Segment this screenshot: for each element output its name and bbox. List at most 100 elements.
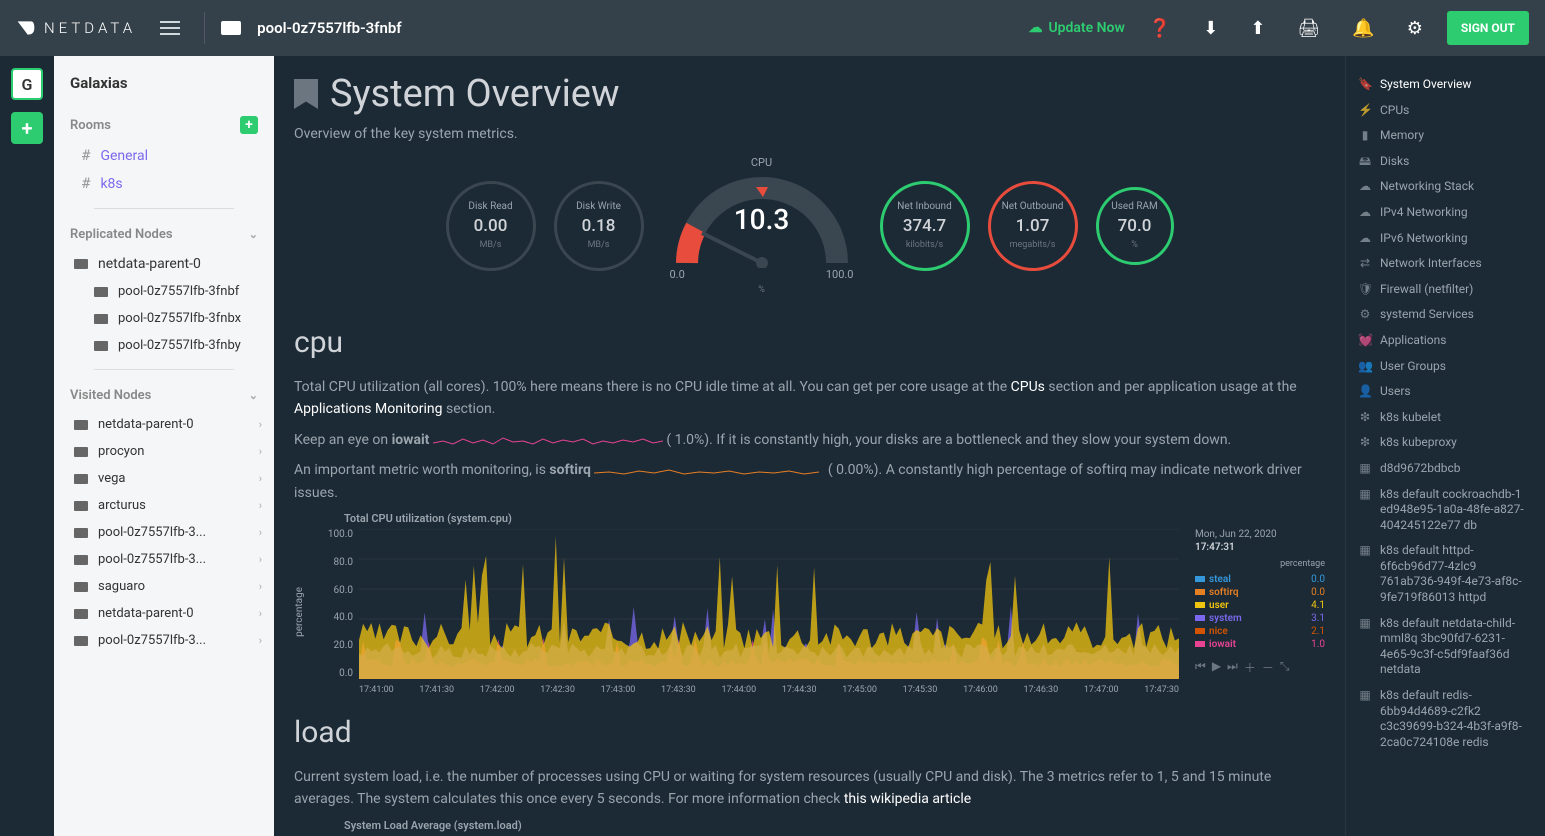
menu-toggle-icon[interactable] (152, 9, 188, 47)
visited-node[interactable]: vega› (54, 465, 274, 492)
wikipedia-link[interactable]: this wikipedia article (844, 791, 971, 807)
download-icon[interactable]: ⬇ (1195, 10, 1226, 47)
chevron-right-icon: › (259, 418, 262, 431)
gear-icon[interactable]: ⚙ (1399, 10, 1431, 47)
legend-swatch (1195, 602, 1205, 608)
nav-item[interactable]: ⚙systemd Services (1354, 302, 1537, 328)
visited-node[interactable]: arcturus› (54, 492, 274, 519)
gauge-net-in[interactable]: Net Inbound 374.7 kilobits/s (880, 181, 970, 271)
nav-item[interactable]: ⇄Network Interfaces (1354, 251, 1537, 277)
node-label: pool-0z7557lfb-3... (98, 552, 206, 567)
visited-node[interactable]: saguaro› (54, 573, 274, 600)
gauge-disk-write[interactable]: Disk Write 0.18 MB/s (554, 181, 644, 271)
parent-node[interactable]: netdata-parent-0 (54, 250, 274, 278)
update-now-button[interactable]: ☁ Update Now (1028, 20, 1124, 36)
server-icon (74, 636, 88, 646)
cpu-chart[interactable]: percentage 100.080.060.040.020.00.0 17:4… (294, 529, 1325, 695)
gauge-cpu[interactable]: CPU 10.3 0.0 100.0 % (662, 156, 862, 295)
nav-item[interactable]: 👤Users (1354, 379, 1537, 405)
visited-node[interactable]: pool-0z7557lfb-3... › (54, 546, 274, 573)
top-bar: NETDATA pool-0z7557lfb-3fnbf ☁ Update No… (0, 0, 1545, 56)
node-label: netdata-parent-0 (98, 606, 194, 621)
nav-item[interactable]: 🔖System Overview (1354, 72, 1537, 98)
sidebar-room[interactable]: #General (54, 142, 274, 170)
gauge-label: Disk Write (576, 201, 621, 212)
visited-node[interactable]: procyon› (54, 438, 274, 465)
y-axis-label: percentage (294, 587, 305, 637)
visited-node[interactable]: netdata-parent-0› (54, 600, 274, 627)
node-label: saguaro (98, 579, 145, 594)
nav-item[interactable]: ▦k8s default netdata-child-mml8q 3bc90fd… (1354, 611, 1537, 683)
nav-item[interactable]: 🛡Firewall (netfilter) (1354, 277, 1537, 303)
nav-item[interactable]: ☁IPv6 Networking (1354, 226, 1537, 252)
nav-item[interactable]: ▦d8d9672bdbcb (1354, 456, 1537, 482)
chart-next-icon[interactable]: ⏭ (1227, 659, 1238, 676)
load-desc: Current system load, i.e. the number of … (294, 766, 1325, 811)
nav-icon: 👤 (1358, 384, 1372, 400)
visited-node[interactable]: pool-0z7557lfb-3...› (54, 627, 274, 654)
legend-item[interactable]: softirq0.0 (1195, 586, 1325, 599)
gauge-value: 70.0 (1118, 216, 1152, 236)
legend-item[interactable]: system3.1 (1195, 612, 1325, 625)
legend-item[interactable]: iowait1.0 (1195, 638, 1325, 651)
add-space-button[interactable]: + (11, 112, 43, 144)
gauge-disk-read[interactable]: Disk Read 0.00 MB/s (446, 181, 536, 271)
legend-item[interactable]: steal0.0 (1195, 573, 1325, 586)
iowait-sparkline (433, 433, 663, 447)
visited-node[interactable]: netdata-parent-0› (54, 411, 274, 438)
chart-canvas[interactable] (359, 529, 1179, 679)
apps-link[interactable]: Applications Monitoring (294, 401, 443, 417)
legend-swatch (1195, 641, 1205, 647)
print-icon[interactable]: 🖨 (1289, 10, 1328, 47)
gauge-net-out[interactable]: Net Outbound 1.07 megabits/s (988, 181, 1078, 271)
nav-item[interactable]: ☁Networking Stack (1354, 174, 1537, 200)
bookmark-icon[interactable] (294, 79, 318, 109)
add-room-button[interactable]: + (240, 116, 258, 134)
chart-prev-icon[interactable]: ⏮ (1195, 659, 1206, 676)
legend-item[interactable]: user4.1 (1195, 599, 1325, 612)
nav-icon: 🔖 (1358, 77, 1372, 93)
nav-item[interactable]: 👥User Groups (1354, 354, 1537, 380)
child-node[interactable]: pool-0z7557lfb-3fnbf (54, 278, 274, 305)
child-node[interactable]: pool-0z7557lfb-3fnby (54, 332, 274, 359)
nav-item[interactable]: 🖴Disks (1354, 149, 1537, 175)
bell-icon[interactable]: 🔔 (1344, 10, 1382, 47)
space-button[interactable]: G (11, 68, 43, 100)
help-icon[interactable]: ❓ (1141, 10, 1179, 47)
gauge-max: 100.0 (826, 268, 854, 281)
nav-item[interactable]: ❇k8s kubelet (1354, 405, 1537, 431)
gauge-ram[interactable]: Used RAM 70.0 % (1096, 187, 1174, 265)
nav-item[interactable]: ▦k8s default redis-6bb94d4689-c2fk2 c3c3… (1354, 683, 1537, 755)
cpus-link[interactable]: CPUs (1011, 379, 1045, 395)
chart-play-icon[interactable]: ▶ (1212, 659, 1221, 676)
brand-logo[interactable]: NETDATA (16, 18, 136, 38)
chart-zoom-out-icon[interactable]: － (1262, 659, 1274, 676)
nav-item[interactable]: ❇k8s kubeproxy (1354, 430, 1537, 456)
nav-item[interactable]: 💓Applications (1354, 328, 1537, 354)
replicated-header[interactable]: Replicated Nodes ⌄ (54, 219, 274, 250)
child-node[interactable]: pool-0z7557lfb-3fnbx (54, 305, 274, 332)
section-load-heading: load (294, 715, 1325, 750)
sign-out-button[interactable]: SIGN OUT (1447, 11, 1529, 45)
nav-item[interactable]: ⚡CPUs (1354, 98, 1537, 124)
visited-node[interactable]: pool-0z7557lfb-3...› (54, 519, 274, 546)
node-label: vega (98, 471, 125, 486)
cpu-desc-1: Total CPU utilization (all cores). 100% … (294, 376, 1325, 421)
legend-item[interactable]: nice2.1 (1195, 625, 1325, 638)
hostname[interactable]: pool-0z7557lfb-3fnbf (257, 19, 401, 37)
sidebar-room[interactable]: #k8s (54, 170, 274, 198)
softirq-sparkline (594, 463, 824, 477)
nav-item[interactable]: ▮Memory (1354, 123, 1537, 149)
chevron-right-icon: › (259, 499, 262, 512)
chevron-right-icon: › (259, 553, 262, 566)
upload-icon[interactable]: ⬆ (1242, 10, 1273, 47)
gauge-unit: kilobits/s (906, 240, 943, 250)
server-icon (94, 341, 108, 351)
chart-zoom-in-icon[interactable]: ＋ (1244, 659, 1256, 676)
visited-header[interactable]: Visited Nodes ⌄ (54, 380, 274, 411)
nav-item[interactable]: ▦k8s default cockroachdb-1 ed948e95-1a0a… (1354, 482, 1537, 539)
nav-item[interactable]: ☁IPv4 Networking (1354, 200, 1537, 226)
nav-item[interactable]: ▦k8s default httpd-6f6cb96d77-4zlc9 761a… (1354, 538, 1537, 610)
nav-label: k8s default redis-6bb94d4689-c2fk2 c3c39… (1380, 688, 1533, 750)
chart-resize-icon[interactable]: ⤡ (1280, 659, 1290, 676)
